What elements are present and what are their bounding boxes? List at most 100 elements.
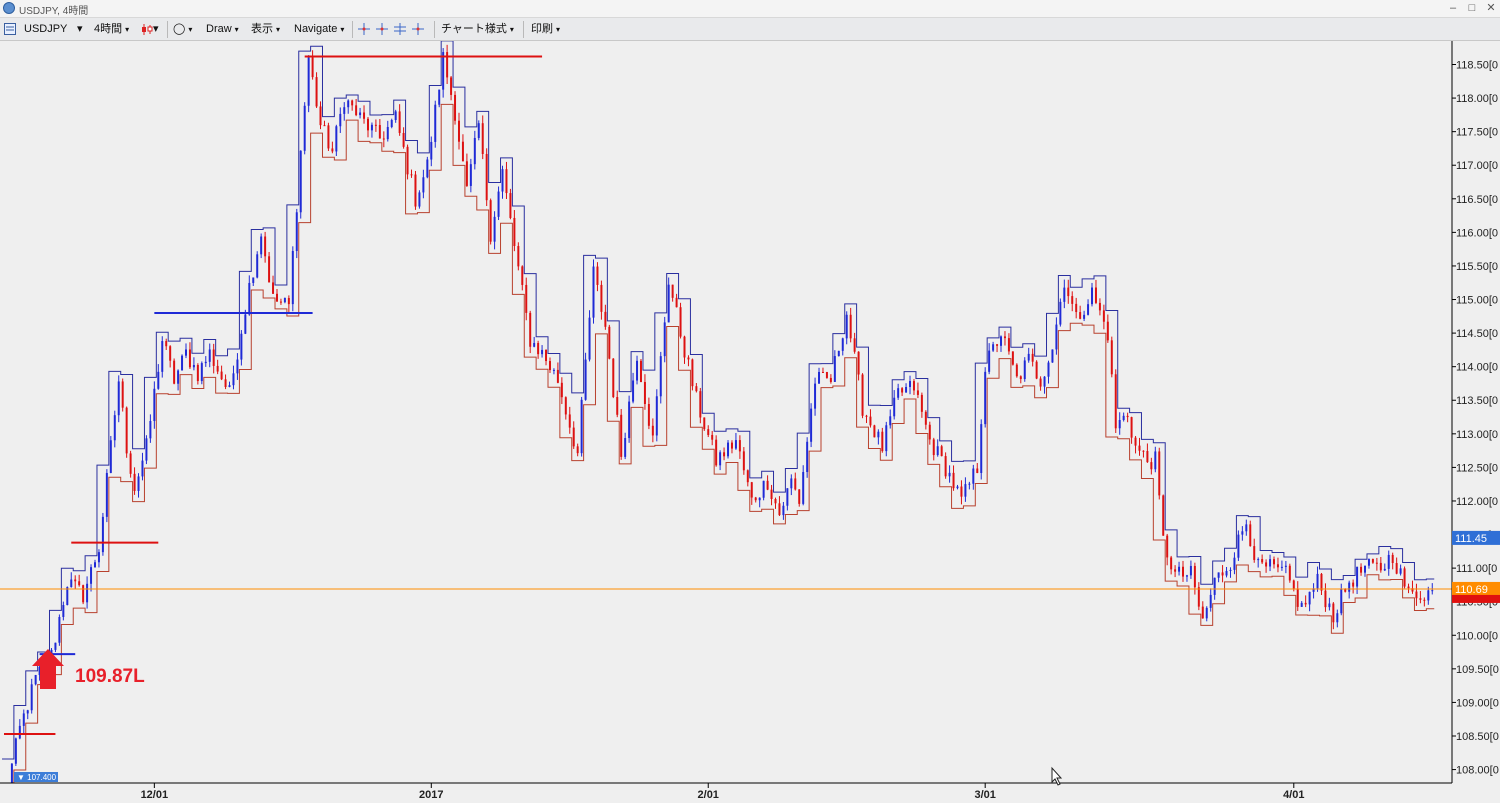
candlestick-type-icon[interactable] xyxy=(141,24,153,41)
candle xyxy=(268,252,271,283)
candle-body xyxy=(1083,314,1086,319)
candle-body xyxy=(78,581,81,586)
candle-body xyxy=(323,125,326,127)
candle xyxy=(612,358,615,399)
candle-body xyxy=(1063,287,1066,302)
navigate-menu-label: Navigate xyxy=(294,23,338,35)
candle-body xyxy=(26,710,29,714)
candle-body xyxy=(410,174,413,176)
timeframe-selector[interactable]: 4時間 ▾ xyxy=(94,21,129,38)
maximize-button[interactable]: □ xyxy=(1465,1,1479,15)
candle-body xyxy=(279,301,282,303)
shape-tool-button[interactable]: ◯ ▾ xyxy=(173,21,192,38)
candle-body xyxy=(370,124,373,131)
candle-body xyxy=(825,371,828,378)
candle-body xyxy=(137,476,140,491)
candle-body xyxy=(1051,349,1054,363)
price-tick-label: 114.50[0 xyxy=(1456,328,1498,340)
price-tick-label: 111.00[0 xyxy=(1456,563,1497,575)
candle-body xyxy=(746,470,749,483)
candle-body xyxy=(315,77,318,107)
crosshair-icon[interactable] xyxy=(358,23,370,35)
chart-style-menu[interactable]: チャート様式 ▾ xyxy=(441,21,514,38)
candle-body xyxy=(1395,563,1398,574)
candle-body xyxy=(505,169,508,194)
candle-body xyxy=(461,141,464,162)
candle xyxy=(517,242,520,271)
candle-body xyxy=(1047,362,1050,377)
navigate-menu[interactable]: Navigate ▾ xyxy=(294,21,344,38)
chart-type-dropdown-icon[interactable]: ▾ xyxy=(153,21,159,38)
crosshair-icon[interactable] xyxy=(412,23,424,35)
candle-body xyxy=(1383,568,1386,571)
crosshair-icon[interactable] xyxy=(376,23,388,35)
price-tick-label: 109.00[0 xyxy=(1456,697,1499,709)
candle-body xyxy=(818,371,821,384)
candle-body xyxy=(596,266,599,285)
candle-body xyxy=(204,361,207,364)
symbol-dropdown-icon[interactable]: ▾ xyxy=(77,21,83,38)
circle-icon: ◯ xyxy=(173,23,186,35)
candle-body xyxy=(636,360,639,381)
candle-body xyxy=(1292,580,1295,589)
candle-body xyxy=(177,370,180,384)
candle-body xyxy=(1118,420,1121,429)
draw-menu[interactable]: Draw ▾ xyxy=(206,21,239,38)
candle-body xyxy=(715,439,718,466)
candle-body xyxy=(683,336,686,358)
candle xyxy=(291,246,294,312)
candle xyxy=(1158,447,1161,500)
candle-body xyxy=(1102,310,1105,322)
candle-body xyxy=(778,503,781,516)
candle-body xyxy=(1185,575,1188,577)
candle-body xyxy=(628,401,631,439)
window-title: USDJPY, 4時間 xyxy=(19,6,89,17)
candle-body xyxy=(133,473,136,491)
minimize-button[interactable]: – xyxy=(1446,1,1460,15)
candle xyxy=(58,614,61,646)
price-tick-label: 114.00[0 xyxy=(1456,362,1498,374)
candle xyxy=(485,148,488,207)
candle xyxy=(837,350,840,357)
candle-body xyxy=(695,386,698,392)
candle xyxy=(105,469,108,523)
candle-body xyxy=(1304,602,1307,605)
crosshair-icon[interactable] xyxy=(394,23,406,35)
time-axis xyxy=(0,783,1452,803)
draw-dropdown-icon: ▾ xyxy=(234,25,239,34)
display-menu-label: 表示 xyxy=(251,23,273,35)
candle-body xyxy=(663,322,666,357)
chart-window-icon[interactable] xyxy=(4,23,16,40)
candle-body xyxy=(810,408,813,442)
candle-body xyxy=(291,251,294,305)
candle-body xyxy=(1178,566,1181,572)
candle-body xyxy=(125,407,128,454)
candle-body xyxy=(984,371,987,425)
candle-body xyxy=(90,567,93,584)
close-button[interactable]: ✕ xyxy=(1484,1,1498,15)
candle-body xyxy=(1126,415,1129,418)
window-titlebar: USDJPY, 4時間 – □ ✕ xyxy=(0,0,1500,18)
price-tick-label: 115.00[0 xyxy=(1456,295,1498,307)
candle-body xyxy=(972,468,975,484)
candle-body xyxy=(169,346,172,361)
price-chart[interactable]: 109.87L 108.00[0 108.50[0 109.00[0 109.50[0… xyxy=(0,41,1500,803)
symbol-selector[interactable]: USDJPY xyxy=(24,21,67,38)
candle-body xyxy=(1166,535,1169,558)
display-menu[interactable]: 表示 ▾ xyxy=(251,21,280,38)
candle-body xyxy=(1340,589,1343,614)
candle-body xyxy=(1269,559,1272,567)
navigate-dropdown-icon: ▾ xyxy=(340,25,345,34)
candle xyxy=(1110,336,1113,378)
candle-body xyxy=(1205,607,1208,619)
candle-body xyxy=(608,326,611,359)
candle-body xyxy=(1055,324,1058,350)
candle xyxy=(121,378,124,412)
candle xyxy=(414,170,417,210)
candle-body xyxy=(200,363,203,382)
print-menu[interactable]: 印刷 ▾ xyxy=(531,21,560,38)
candle-body xyxy=(1079,312,1082,319)
candle xyxy=(489,198,492,245)
candle-body xyxy=(256,254,259,278)
candle-body xyxy=(1415,591,1418,599)
